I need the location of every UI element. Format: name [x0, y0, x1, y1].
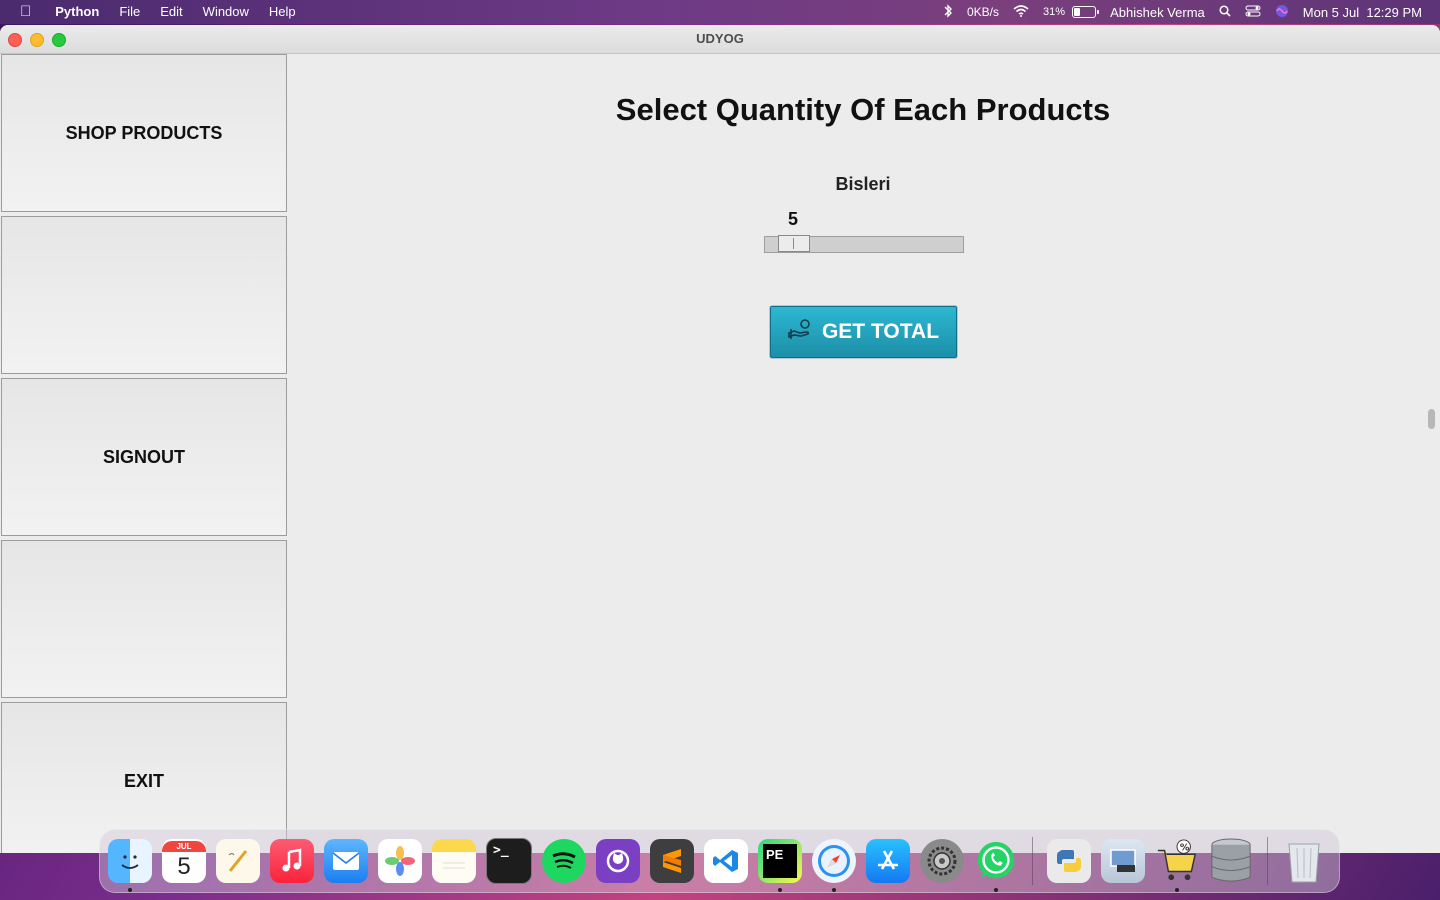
textedit-icon[interactable] [216, 839, 260, 883]
sidebar-blank-button-2[interactable] [1, 540, 287, 698]
dock: JUL 5 >_ PE % [99, 829, 1340, 893]
github-icon[interactable] [596, 839, 640, 883]
photos-icon[interactable] [378, 839, 422, 883]
spotlight-search-icon[interactable] [1219, 4, 1231, 20]
running-indicator [1175, 888, 1179, 892]
product-name-label: Bisleri [835, 174, 891, 194]
signout-button[interactable]: SIGNOUT [1, 378, 287, 536]
control-center-icon[interactable] [1245, 5, 1261, 20]
close-window-icon[interactable] [8, 33, 22, 47]
hand-money-icon [788, 317, 814, 347]
menu-edit[interactable]: Edit [150, 0, 192, 24]
terminal-prompt-glyph: >_ [493, 843, 509, 858]
sidebar: SHOP PRODUCTS SIGNOUT EXIT [1, 54, 287, 853]
siri-icon[interactable] [1275, 4, 1289, 21]
quantity-slider-handle[interactable] [778, 235, 810, 252]
maximize-window-icon[interactable] [52, 33, 66, 47]
menu-window[interactable]: Window [193, 0, 259, 24]
pycharm-icon[interactable]: PE [758, 839, 802, 892]
safari-icon[interactable] [812, 839, 856, 892]
bluetooth-icon[interactable] [943, 3, 953, 21]
menu-bar:  Python File Edit Window Help 0KB/s 31%… [0, 0, 1440, 24]
running-indicator [994, 888, 998, 892]
finder-icon[interactable] [108, 839, 152, 892]
music-icon[interactable] [270, 839, 314, 883]
trash-icon[interactable] [1282, 839, 1326, 883]
vscode-icon[interactable] [704, 839, 748, 883]
page-title: Select Quantity Of Each Products [615, 92, 1111, 127]
python-icon[interactable] [1047, 839, 1091, 883]
calendar-month: JUL [162, 840, 206, 852]
shop-products-button[interactable]: SHOP PRODUCTS [1, 54, 287, 212]
running-indicator [832, 888, 836, 892]
preview-icon[interactable] [1101, 839, 1145, 883]
get-total-button[interactable]: GET TOTAL [770, 306, 957, 358]
whatsapp-icon[interactable] [974, 839, 1018, 892]
svg-text:%: % [1180, 842, 1190, 853]
database-icon[interactable] [1209, 838, 1253, 883]
battery-icon [1072, 6, 1100, 19]
battery-status[interactable]: 31% [1043, 5, 1100, 19]
calendar-icon[interactable]: JUL 5 [162, 839, 206, 883]
quantity-value: 5 [788, 209, 799, 229]
main-content: Select Quantity Of Each Products Bisleri… [288, 54, 1440, 853]
notes-icon[interactable] [432, 839, 476, 883]
dock-separator [1267, 837, 1268, 885]
menu-file[interactable]: File [109, 0, 150, 24]
apple-menu-icon[interactable]:  [0, 0, 45, 24]
menu-help[interactable]: Help [259, 0, 306, 24]
mail-icon[interactable] [324, 839, 368, 883]
running-indicator [128, 888, 132, 892]
shopping-cart-icon[interactable]: % [1155, 839, 1199, 892]
terminal-icon[interactable]: >_ [486, 838, 532, 884]
pycharm-badge: PE [763, 844, 797, 878]
spotify-icon[interactable] [542, 839, 586, 883]
minimize-window-icon[interactable] [30, 33, 44, 47]
net-speed[interactable]: 0KB/s [967, 5, 999, 19]
sublime-icon[interactable] [650, 839, 694, 883]
title-bar[interactable]: UDYOG [0, 25, 1440, 54]
app-window: UDYOG SHOP PRODUCTS SIGNOUT EXIT Select … [0, 25, 1440, 853]
vertical-scrollbar[interactable] [1428, 409, 1435, 429]
app-menu-python[interactable]: Python [45, 0, 109, 24]
battery-level-fill [1074, 8, 1081, 17]
settings-icon[interactable] [920, 839, 964, 883]
window-title: UDYOG [696, 31, 744, 46]
get-total-label: GET TOTAL [821, 320, 940, 343]
running-indicator [778, 888, 782, 892]
appstore-icon[interactable] [866, 839, 910, 883]
user-name[interactable]: Abhishek Verma [1110, 5, 1205, 20]
clock[interactable]: Mon 5 Jul 12:29 PM [1303, 5, 1422, 20]
dock-separator [1032, 837, 1033, 885]
wifi-icon[interactable] [1013, 4, 1029, 20]
sidebar-blank-button-1[interactable] [1, 216, 287, 374]
calendar-day: 5 [177, 852, 191, 880]
battery-percent: 31% [1043, 5, 1066, 18]
